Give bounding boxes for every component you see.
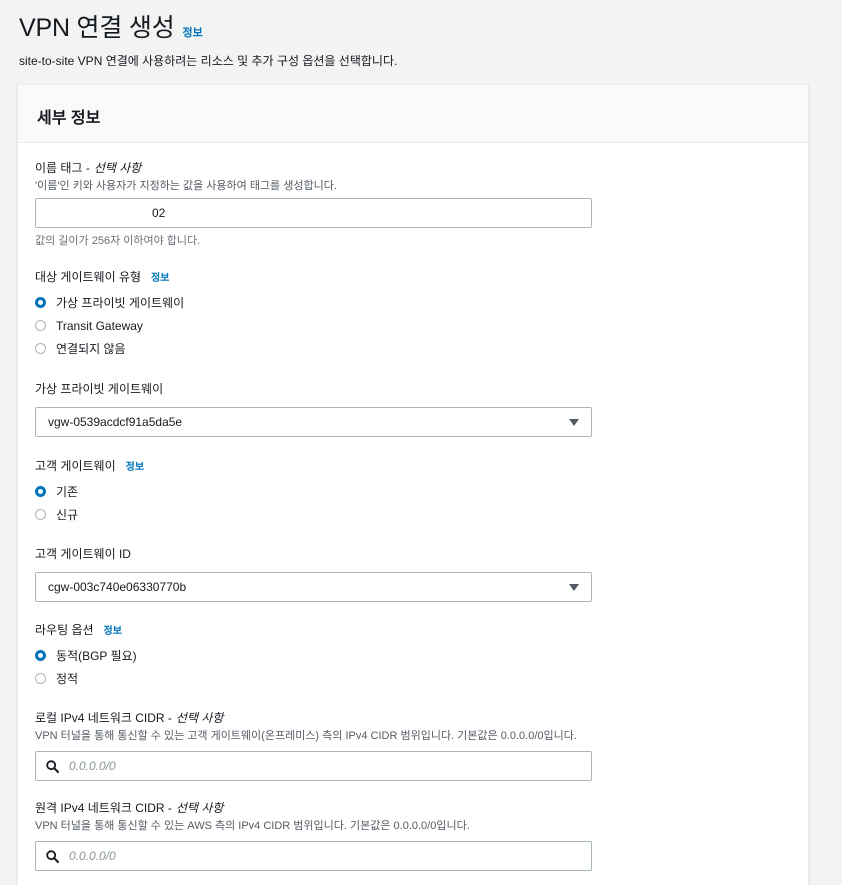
radio-button[interactable] <box>35 509 46 520</box>
customer-gateway-id-label-text: 고객 게이트웨이 ID <box>35 547 131 561</box>
radio-label: 연결되지 않음 <box>56 342 126 356</box>
customer-gateway-label-text: 고객 게이트웨이 <box>35 459 116 473</box>
local-cidr-optional: 선택 사항 <box>175 711 224 725</box>
routing-options-label: 라우팅 옵션 정보 <box>35 621 137 638</box>
search-icon <box>46 849 59 863</box>
routing-options-label-text: 라우팅 옵션 <box>35 623 94 637</box>
radio-button[interactable] <box>35 673 46 684</box>
radio-virtual-private-gateway[interactable]: 가상 프라이빗 게이트웨이 <box>35 291 184 314</box>
radio-label: Transit Gateway <box>56 318 143 333</box>
radio-new[interactable]: 신규 <box>35 503 144 526</box>
panel-header: 세부 정보 <box>18 85 808 143</box>
details-panel: 세부 정보 이름 태그 - 선택 사항 '이름'인 키와 사용자가 지정하는 값… <box>17 84 809 885</box>
local-cidr-description: VPN 터널을 통해 통신할 수 있는 고객 게이트웨이(온프레미스) 측의 I… <box>35 730 577 742</box>
caret-down-icon <box>569 418 579 426</box>
target-gateway-info-link[interactable]: 정보 <box>151 269 169 284</box>
radio-label: 동적(BGP 필요) <box>56 649 137 663</box>
radio-label: 신규 <box>56 508 79 522</box>
radio-static[interactable]: 정적 <box>35 667 137 690</box>
name-tag-label: 이름 태그 - 선택 사항 <box>35 159 592 176</box>
name-tag-label-text: 이름 태그 - <box>35 161 90 175</box>
local-cidr-label: 로컬 IPv4 네트워크 CIDR - 선택 사항 <box>35 709 592 726</box>
remote-cidr-optional: 선택 사항 <box>175 801 224 815</box>
customer-gateway-id-select[interactable]: cgw-003c740e06330770b <box>35 572 592 602</box>
virtual-private-gateway-select[interactable]: vgw-0539acdcf91a5da5e <box>35 407 592 437</box>
local-cidr-input[interactable] <box>67 758 551 774</box>
page: VPN 연결 생성 정보 site-to-site VPN 연결에 사용하려는 … <box>0 0 842 885</box>
local-cidr-input-wrapper[interactable] <box>35 751 592 781</box>
page-description: site-to-site VPN 연결에 사용하려는 리소스 및 추가 구성 옵… <box>19 54 398 68</box>
page-header: VPN 연결 생성 정보 <box>19 8 203 44</box>
customer-gateway-label: 고객 게이트웨이 정보 <box>35 457 144 474</box>
name-tag-field: 이름 태그 - 선택 사항 '이름'인 키와 사용자가 지정하는 값을 사용하여… <box>35 159 592 248</box>
routing-options-field: 라우팅 옵션 정보 동적(BGP 필요) 정적 <box>35 621 137 690</box>
panel-title: 세부 정보 <box>37 110 101 127</box>
radio-not-associated[interactable]: 연결되지 않음 <box>35 337 184 360</box>
remote-cidr-input-wrapper[interactable] <box>35 841 592 871</box>
remote-cidr-label-text: 원격 IPv4 네트워크 CIDR - <box>35 801 172 815</box>
name-tag-description: '이름'인 키와 사용자가 지정하는 값을 사용하여 태그를 생성합니다. <box>35 180 337 192</box>
virtual-private-gateway-selected: vgw-0539acdcf91a5da5e <box>48 415 183 429</box>
name-tag-value: 02 <box>152 206 166 220</box>
target-gateway-label-text: 대상 게이트웨이 유형 <box>35 270 142 284</box>
virtual-private-gateway-label-text: 가상 프라이빗 게이트웨이 <box>35 382 164 396</box>
customer-gateway-id-selected: cgw-003c740e06330770b <box>48 580 187 594</box>
remote-cidr-description: VPN 터널을 통해 통신할 수 있는 AWS 측의 IPv4 CIDR 범위입… <box>35 820 470 832</box>
customer-gateway-info-link[interactable]: 정보 <box>126 458 144 473</box>
radio-transit-gateway[interactable]: Transit Gateway <box>35 314 184 337</box>
local-cidr-label-text: 로컬 IPv4 네트워크 CIDR - <box>35 711 172 725</box>
remote-cidr-field: 원격 IPv4 네트워크 CIDR - 선택 사항 VPN 터널을 통해 통신할… <box>35 799 592 871</box>
local-cidr-field: 로컬 IPv4 네트워크 CIDR - 선택 사항 VPN 터널을 통해 통신할… <box>35 709 592 781</box>
name-tag-input[interactable]: 02 <box>35 198 592 228</box>
radio-label: 기존 <box>56 485 79 499</box>
caret-down-icon <box>569 583 579 591</box>
virtual-private-gateway-label: 가상 프라이빗 게이트웨이 <box>35 380 592 397</box>
customer-gateway-id-label: 고객 게이트웨이 ID <box>35 545 592 562</box>
radio-button-selected[interactable] <box>35 486 46 497</box>
routing-info-link[interactable]: 정보 <box>104 622 122 637</box>
search-icon <box>46 759 59 773</box>
customer-gateway-radio-group: 기존 신규 <box>35 480 144 526</box>
page-title: VPN 연결 생성 <box>19 14 175 42</box>
target-gateway-label: 대상 게이트웨이 유형 정보 <box>35 268 184 285</box>
radio-label: 정적 <box>56 672 79 686</box>
radio-button-selected[interactable] <box>35 650 46 661</box>
header-info-link[interactable]: 정보 <box>183 24 203 40</box>
customer-gateway-id-field: 고객 게이트웨이 ID cgw-003c740e06330770b <box>35 545 592 602</box>
name-tag-optional: 선택 사항 <box>93 161 142 175</box>
target-gateway-field: 대상 게이트웨이 유형 정보 가상 프라이빗 게이트웨이 Transit Gat… <box>35 268 184 360</box>
radio-button[interactable] <box>35 343 46 354</box>
radio-existing[interactable]: 기존 <box>35 480 144 503</box>
remote-cidr-label: 원격 IPv4 네트워크 CIDR - 선택 사항 <box>35 799 592 816</box>
customer-gateway-field: 고객 게이트웨이 정보 기존 신규 <box>35 457 144 526</box>
virtual-private-gateway-field: 가상 프라이빗 게이트웨이 vgw-0539acdcf91a5da5e <box>35 380 592 437</box>
radio-dynamic[interactable]: 동적(BGP 필요) <box>35 644 137 667</box>
routing-radio-group: 동적(BGP 필요) 정적 <box>35 644 137 690</box>
radio-button[interactable] <box>35 320 46 331</box>
remote-cidr-input[interactable] <box>67 848 551 864</box>
radio-button-selected[interactable] <box>35 297 46 308</box>
name-tag-constraint: 값의 길이가 256자 이하여야 합니다. <box>35 235 201 247</box>
target-gateway-radio-group: 가상 프라이빗 게이트웨이 Transit Gateway 연결되지 않음 <box>35 291 184 360</box>
radio-label: 가상 프라이빗 게이트웨이 <box>56 296 185 310</box>
